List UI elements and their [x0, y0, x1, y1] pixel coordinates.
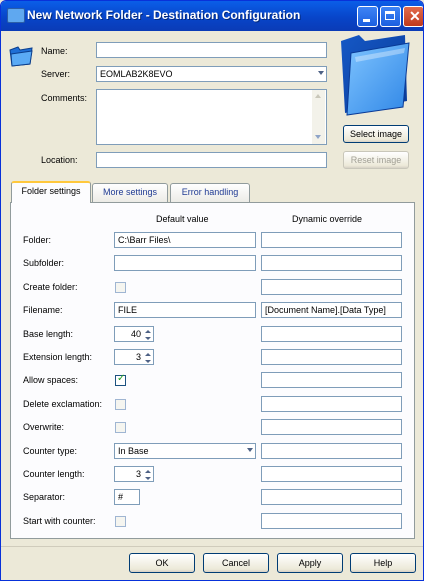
row-label: Delete exclamation: [23, 399, 103, 409]
chevron-down-icon[interactable] [318, 71, 324, 75]
select-image-button[interactable]: Select image [343, 125, 409, 143]
row-input[interactable]: C:\Barr Files\ [114, 232, 256, 248]
row-label: Base length: [23, 329, 74, 339]
row-input[interactable]: # [114, 489, 140, 505]
row-input[interactable]: FILE [114, 302, 256, 318]
ok-button[interactable]: OK [129, 553, 195, 573]
minimize-icon [363, 19, 370, 22]
row-override-field[interactable] [261, 255, 402, 271]
row-checkbox[interactable] [115, 422, 126, 433]
row-override-field[interactable] [261, 419, 402, 435]
row-value: 3 [135, 469, 141, 479]
footer-divider [1, 546, 423, 547]
row-input[interactable] [114, 255, 256, 271]
row-spinner[interactable]: 3 [114, 466, 154, 482]
maximize-icon [385, 11, 395, 20]
row-label: Subfolder: [23, 258, 65, 268]
server-value: EOMLAB2K8EVO [100, 69, 173, 79]
row-label: Counter length: [23, 469, 85, 479]
row-value: 3 [135, 352, 141, 362]
chevron-down-icon[interactable] [247, 448, 253, 452]
row-value: FILE [118, 305, 138, 315]
scroll-up-icon[interactable] [315, 94, 321, 98]
spinner-arrows-icon[interactable] [144, 351, 152, 364]
row-override-field[interactable] [261, 396, 402, 412]
row-label: Folder: [23, 235, 52, 245]
row-label: Counter type: [23, 446, 78, 456]
row-override-field[interactable] [261, 513, 402, 529]
tab-more-settings[interactable]: More settings [92, 183, 168, 202]
row-value: # [118, 492, 124, 502]
comments-label: Comments: [41, 93, 88, 103]
cancel-button[interactable]: Cancel [203, 553, 269, 573]
maximize-button[interactable] [380, 6, 401, 27]
server-label: Server: [41, 69, 71, 79]
location-field[interactable] [96, 152, 327, 168]
row-label: Allow spaces: [23, 375, 79, 385]
close-button[interactable]: ✕ [403, 6, 423, 27]
row-label: Start with counter: [23, 516, 96, 526]
folder-icon [9, 46, 33, 67]
dialog-window: New Network Folder - Destination Configu… [0, 0, 424, 581]
folder-icon [7, 8, 25, 23]
minimize-button[interactable] [357, 6, 378, 27]
apply-button[interactable]: Apply [277, 553, 343, 573]
tab-error-handling[interactable]: Error handling [170, 183, 250, 202]
row-label: Overwrite: [23, 422, 65, 432]
server-dropdown[interactable]: EOMLAB2K8EVO [96, 66, 327, 82]
row-value: In Base [118, 446, 149, 456]
dynamic-override-header: Dynamic override [292, 214, 363, 224]
comments-scrollbar[interactable] [312, 90, 325, 144]
row-override-field[interactable] [261, 232, 402, 248]
row-label: Create folder: [23, 282, 78, 292]
row-dropdown[interactable]: In Base [114, 443, 256, 459]
help-button[interactable]: Help [350, 553, 416, 573]
row-override-field[interactable] [261, 279, 402, 295]
reset-image-button[interactable]: Reset image [343, 151, 409, 169]
close-icon: ✕ [409, 8, 421, 24]
row-value: C:\Barr Files\ [118, 235, 171, 245]
row-override-field[interactable]: [Document Name].[Data Type] [261, 302, 402, 318]
spinner-arrows-icon[interactable] [144, 328, 152, 341]
window-title: New Network Folder - Destination Configu… [27, 8, 301, 22]
row-checkbox[interactable] [115, 282, 126, 293]
row-override-field[interactable] [261, 326, 402, 342]
row-override-field[interactable] [261, 349, 402, 365]
row-override-field[interactable] [261, 372, 402, 388]
row-spinner[interactable]: 40 [114, 326, 154, 342]
row-override-field[interactable] [261, 489, 402, 505]
row-checkbox[interactable] [115, 516, 126, 527]
row-override-field[interactable] [261, 443, 402, 459]
spinner-arrows-icon[interactable] [144, 468, 152, 481]
row-label: Extension length: [23, 352, 93, 362]
row-label: Filename: [23, 305, 63, 315]
scroll-down-icon[interactable] [315, 135, 321, 139]
tab-folder-settings[interactable]: Folder settings [11, 181, 91, 203]
row-spinner[interactable]: 3 [114, 349, 154, 365]
name-field[interactable] [96, 42, 327, 58]
name-label: Name: [41, 46, 68, 56]
row-override-field[interactable] [261, 466, 402, 482]
row-checkbox[interactable] [115, 399, 126, 410]
title-bar[interactable]: New Network Folder - Destination Configu… [1, 1, 423, 31]
folder-preview-image [341, 35, 410, 116]
default-value-header: Default value [156, 214, 209, 224]
row-value: 40 [130, 329, 141, 339]
row-checkbox[interactable] [115, 373, 126, 386]
location-label: Location: [41, 155, 78, 165]
row-label: Separator: [23, 492, 66, 502]
comments-textarea[interactable] [96, 89, 327, 145]
